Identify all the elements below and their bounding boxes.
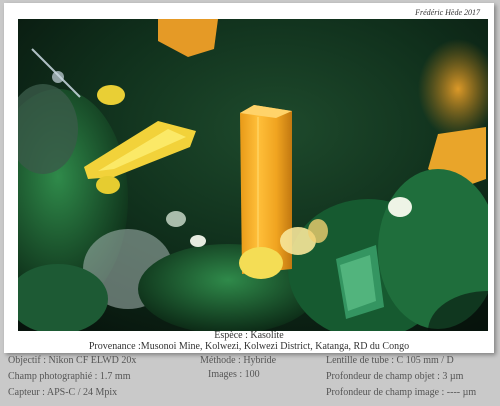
photo-frame: Frédéric Hède 2017 Espèce: Kasolite Pro… <box>4 3 494 353</box>
spec-methode: Méthode : Hybride <box>200 355 277 366</box>
species-caption: Espèce : Kasolite <box>214 330 284 341</box>
spec-capteur: Capteur : APS-C / 24 Mpix <box>8 387 118 398</box>
spec-lentille: Lentille de tube : C 105 mm / D <box>326 355 454 366</box>
provenance-caption: Provenance :Musonoi Mine, Kolwezi, Kolwe… <box>88 341 410 352</box>
photographer-credit: Frédéric Hède 2017 <box>415 8 480 17</box>
spec-champ: Champ photographié : 1.7 mm <box>8 371 131 382</box>
spec-profondeur-objet: Profondeur de champ objet : 3 µm <box>326 371 464 382</box>
mineral-photo <box>18 19 488 331</box>
spec-profondeur-image: Profondeur de champ image : ---- µm <box>326 387 477 398</box>
spec-images: Images : 100 <box>208 369 260 380</box>
spec-objectif: Objectif : Nikon CF ELWD 20x <box>8 355 137 366</box>
